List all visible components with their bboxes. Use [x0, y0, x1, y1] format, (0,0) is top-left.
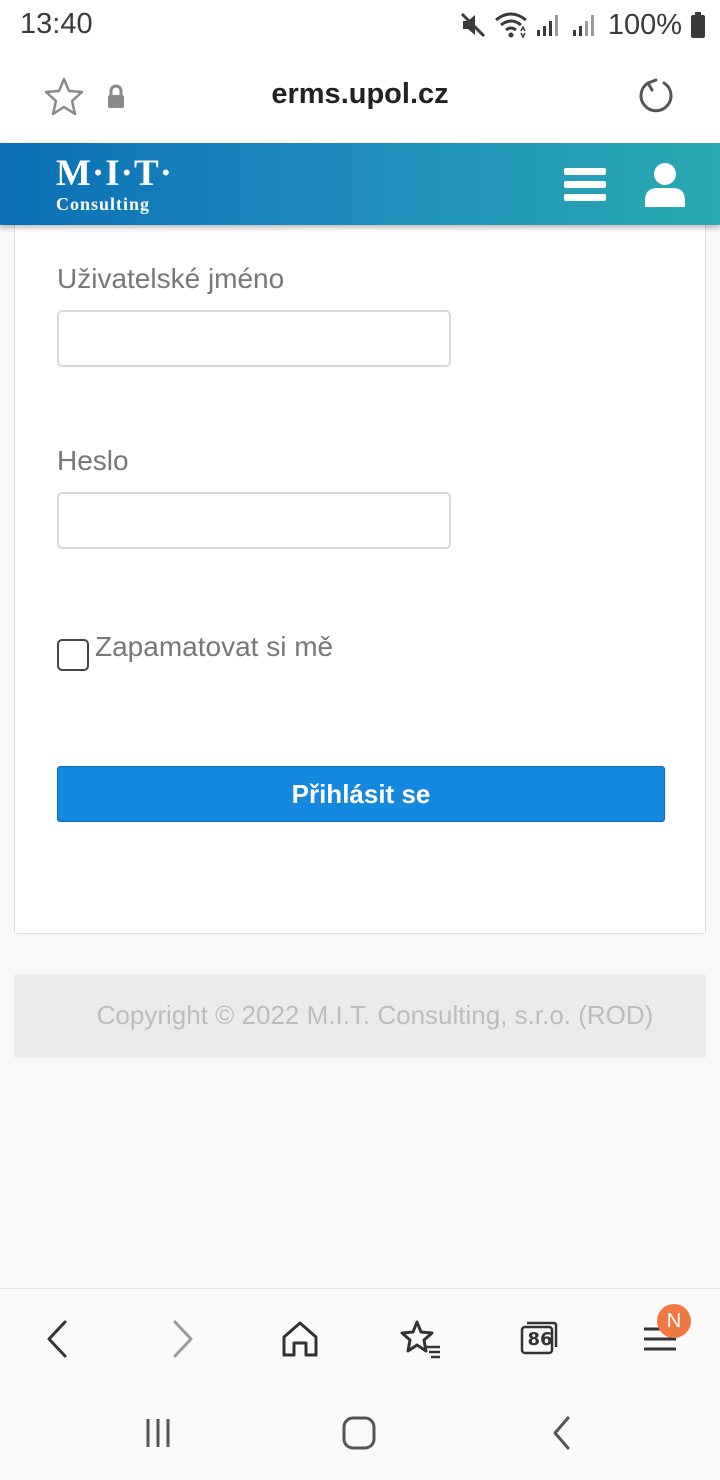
wifi-icon [494, 12, 527, 39]
battery-icon [691, 12, 705, 38]
signal-icon [572, 15, 594, 36]
footer: Copyright © 2022 M.I.T. Consulting, s.r.… [14, 974, 706, 1058]
copyright-text: Copyright © 2022 M.I.T. Consulting, s.r.… [96, 1000, 654, 1030]
logo-main-text: M·I·T· [56, 153, 174, 194]
tabs-count: 86 [527, 1329, 553, 1350]
remember-me[interactable]: Zapamatovat si mě [57, 631, 333, 671]
menu-icon[interactable] [564, 168, 606, 204]
logo-sub-text: Consulting [56, 194, 151, 214]
remember-label[interactable]: Zapamatovat si mě [95, 631, 333, 663]
recent-apps-icon[interactable] [133, 1410, 183, 1456]
signal-icon [536, 15, 558, 36]
browser-bottom-toolbar: 86 [0, 1288, 720, 1384]
username-input[interactable] [57, 310, 451, 367]
status-bar: 13:40 100% [0, 0, 720, 50]
company-logo[interactable]: M·I·T· Consulting [56, 153, 174, 214]
site-header: M·I·T· Consulting [0, 143, 720, 225]
back-icon[interactable] [34, 1315, 82, 1363]
home-icon[interactable] [334, 1410, 384, 1456]
remember-checkbox[interactable] [57, 639, 89, 671]
home-icon[interactable] [276, 1315, 324, 1363]
system-nav-bar [0, 1384, 720, 1480]
login-button[interactable]: Přihlásit se [57, 766, 665, 822]
password-label: Heslo [57, 445, 129, 476]
mute-icon [460, 12, 485, 38]
password-input[interactable] [57, 492, 451, 549]
address-bar: erms.upol.cz [0, 50, 720, 143]
forward-icon[interactable] [158, 1315, 206, 1363]
status-time: 13:40 [20, 8, 93, 40]
username-label: Uživatelské jméno [57, 263, 285, 294]
tabs-icon[interactable]: 86 [516, 1315, 564, 1363]
bookmarks-icon[interactable] [396, 1315, 444, 1363]
login-card: Uživatelské jméno Heslo Zapamatovat si m… [14, 225, 706, 934]
back-icon[interactable] [536, 1410, 586, 1456]
user-icon[interactable] [644, 161, 686, 209]
battery-percent: 100% [607, 8, 682, 41]
notification-badge: N [657, 1304, 691, 1338]
reload-icon[interactable] [636, 76, 676, 116]
url-text[interactable]: erms.upol.cz [0, 78, 720, 111]
status-icons: 100% [460, 8, 706, 42]
